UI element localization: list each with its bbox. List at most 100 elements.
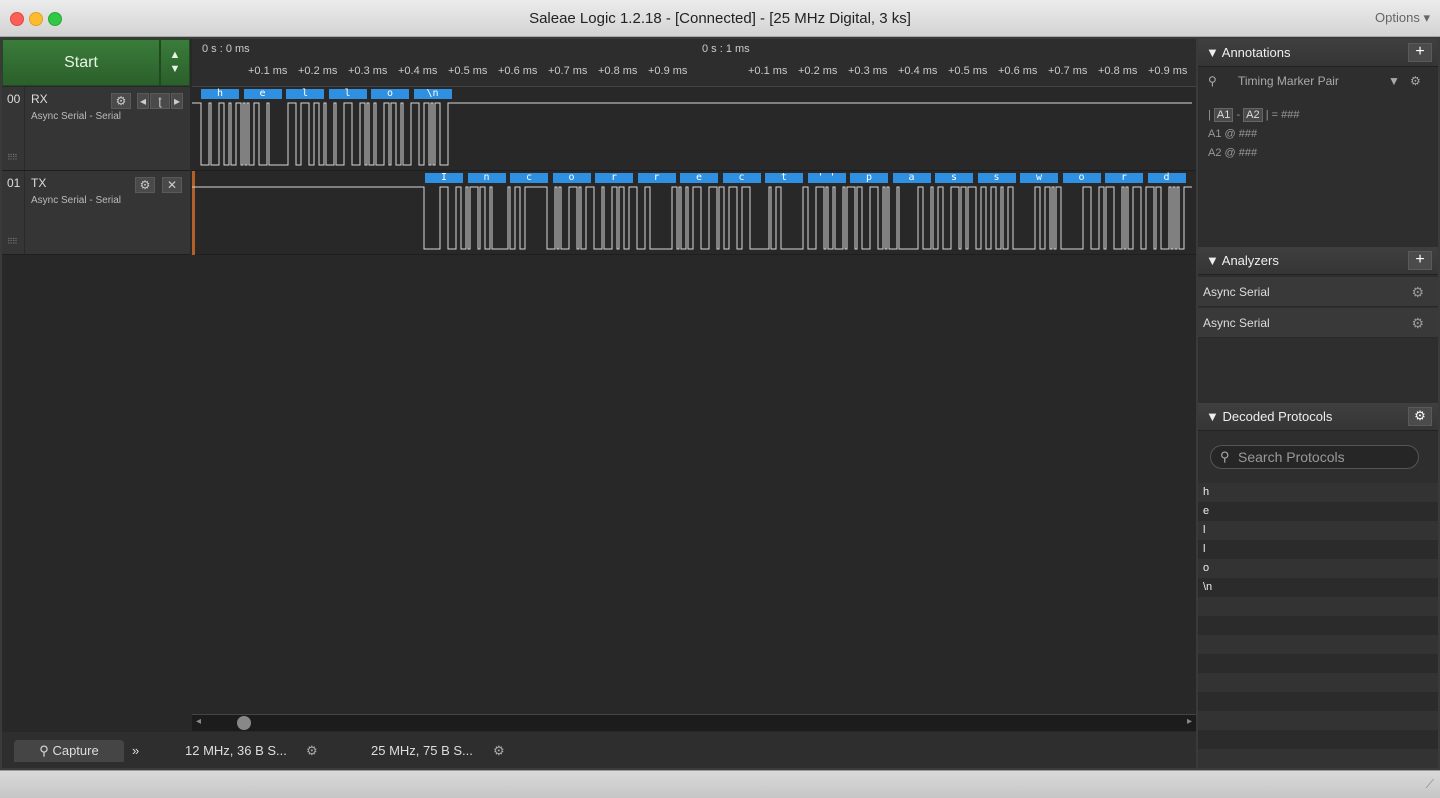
analyzer-item[interactable]: Async Serial ⚙ (1198, 308, 1438, 338)
marker-pin-icon: ⚲ (1208, 74, 1217, 88)
decoded-frame[interactable]: o (371, 89, 409, 99)
ruler-tick-label: +0.8 ms (1098, 65, 1138, 77)
start-button[interactable]: Start (2, 39, 160, 86)
channel-tx-header[interactable]: 01 TX Async Serial - Serial ⚙ ✕ ⠿⠿ (2, 171, 190, 255)
signal-trace-path (192, 186, 1192, 250)
decoded-frame[interactable]: w (1020, 173, 1058, 183)
drag-handle-icon[interactable]: ⠿⠿ (7, 237, 18, 246)
channel-analyzer-label: Async Serial - Serial (31, 195, 122, 206)
resize-grip-icon[interactable]: ⟋ (1426, 777, 1434, 792)
scroll-right-icon[interactable]: ▸ (1187, 716, 1192, 727)
gear-icon[interactable]: ⚙ (135, 177, 155, 193)
decoded-frame[interactable]: I (425, 173, 463, 183)
tab-label: 25 MHz, 75 B S... (371, 743, 473, 758)
decoded-frame[interactable]: r (637, 173, 676, 183)
gear-icon[interactable]: ⚙ (306, 740, 318, 762)
decoded-frame[interactable]: o (552, 173, 591, 183)
next-edge-icon[interactable]: ▸ (171, 93, 183, 109)
decoded-frame[interactable]: e (243, 89, 282, 99)
list-item[interactable]: e (1198, 502, 1438, 521)
decoded-frame[interactable]: c (722, 173, 761, 183)
a1-position: A1 @ ### (1208, 128, 1258, 140)
a2-label: A2 (1243, 108, 1263, 122)
decoded-frame[interactable]: n (467, 173, 506, 183)
list-item[interactable]: o (1198, 559, 1438, 578)
channel-rx-header[interactable]: 00 RX Async Serial - Serial ⚙ ◂ ʈ ▸ ⠿⠿ (2, 87, 190, 171)
gear-icon[interactable]: ⚙ (1410, 69, 1421, 93)
trigger-edge-icon[interactable]: ʈ (150, 93, 170, 109)
scroll-left-icon[interactable]: ◂ (196, 716, 201, 727)
start-options-stepper[interactable]: ▲ ▼ (160, 39, 190, 86)
decoded-frame[interactable]: ' ' (807, 173, 846, 183)
decoded-frame[interactable]: l (286, 89, 324, 99)
more-tabs-icon[interactable]: » (132, 740, 139, 762)
drag-handle-icon[interactable]: ⠿⠿ (7, 153, 18, 162)
rx-signal-trace (192, 102, 1192, 166)
ruler-tick-label: +0.9 ms (648, 65, 688, 77)
decoded-frame[interactable]: \n (413, 89, 452, 99)
ruler-tick-label: +0.3 ms (348, 65, 388, 77)
tab-session-1[interactable]: 12 MHz, 36 B S... (185, 740, 287, 762)
decoded-frame[interactable]: e (680, 173, 718, 183)
time-ruler[interactable]: 0 s : 0 ms 0 s : 1 ms +0.1 ms +0.2 ms +0.3… (192, 39, 1196, 87)
horizontal-scrollbar[interactable]: ◂ ▸ (192, 714, 1196, 731)
tab-session-2[interactable]: 25 MHz, 75 B S... (371, 740, 473, 762)
add-annotation-button[interactable]: + (1408, 43, 1432, 62)
decoded-frame[interactable]: r (595, 173, 633, 183)
gear-icon[interactable]: ⚙ (1411, 308, 1424, 338)
decoded-frame[interactable]: p (850, 173, 888, 183)
options-menu[interactable]: Options ▾ (1375, 10, 1430, 26)
decoded-frame[interactable]: d (1147, 173, 1186, 183)
analyzers-header[interactable]: ▼ Analyzers + (1198, 247, 1438, 275)
list-item (1198, 730, 1438, 749)
list-item[interactable]: l (1198, 521, 1438, 540)
analyzer-item[interactable]: Async Serial ⚙ (1198, 277, 1438, 307)
channel-name[interactable]: RX (31, 92, 48, 106)
gear-icon[interactable]: ⚙ (1408, 407, 1432, 426)
gear-icon[interactable]: ⚙ (1411, 277, 1424, 307)
capture-area: Start ▲ ▼ 0 s : 0 ms 0 s : 1 ms +0.1 ms +… (2, 39, 1196, 768)
decoded-frame[interactable]: s (935, 173, 973, 183)
ruler-tick-label: +0.2 ms (798, 65, 838, 77)
gear-icon[interactable]: ⚙ (493, 740, 505, 762)
channel-name[interactable]: TX (31, 176, 46, 190)
ruler-major-label: 0 s : 0 ms (202, 43, 250, 55)
search-protocols-input[interactable]: ⚲ Search Protocols (1210, 445, 1419, 469)
a1-label: A1 (1213, 108, 1234, 122)
status-bar: ⟋ (0, 770, 1440, 798)
tab-capture[interactable]: ⚲ Capture (14, 740, 124, 762)
decoded-protocols-header[interactable]: ▼ Decoded Protocols ⚙ (1198, 403, 1438, 431)
close-icon[interactable]: ✕ (162, 177, 182, 193)
channel-tx-waveform[interactable]: In c o r r e c t ' ' p a s s w o r d (192, 171, 1196, 255)
decoded-frame[interactable]: r (1105, 173, 1143, 183)
decoded-frame[interactable]: c (510, 173, 548, 183)
decoded-frame[interactable]: o (1062, 173, 1101, 183)
down-arrow-icon[interactable]: ▼ (161, 62, 189, 76)
channel-rx-waveform[interactable]: h e l l o \n (192, 87, 1196, 171)
chevron-down-icon[interactable]: ▼ (1388, 69, 1400, 93)
tab-label: 12 MHz, 36 B S... (185, 743, 287, 758)
list-item[interactable]: l (1198, 540, 1438, 559)
decoded-frame[interactable]: l (328, 89, 367, 99)
previous-edge-icon[interactable]: ◂ (137, 93, 149, 109)
decoded-frame[interactable]: h (201, 89, 239, 99)
decoded-frame[interactable]: a (892, 173, 931, 183)
timing-marker-row[interactable]: ⚲ Timing Marker Pair ▼ ⚙ (1198, 69, 1438, 93)
ruler-tick-label: +0.5 ms (448, 65, 488, 77)
list-item[interactable]: h (1198, 483, 1438, 502)
add-analyzer-button[interactable]: + (1408, 251, 1432, 270)
ruler-tick-label: +0.7 ms (548, 65, 588, 77)
annotations-header[interactable]: ▼ Annotations + (1198, 39, 1438, 67)
channel-number: 00 (7, 92, 21, 106)
list-item[interactable]: \n (1198, 578, 1438, 597)
options-label: Options (1375, 10, 1420, 25)
list-item (1198, 673, 1438, 692)
decoded-frame[interactable]: s (977, 173, 1016, 183)
scroll-thumb[interactable] (237, 716, 251, 730)
ruler-tick-label: +0.6 ms (998, 65, 1038, 77)
panel-title: Decoded Protocols (1222, 409, 1333, 424)
up-arrow-icon[interactable]: ▲ (161, 48, 189, 62)
gear-icon[interactable]: ⚙ (111, 93, 131, 109)
decoded-frame[interactable]: t (765, 173, 803, 183)
list-item (1198, 654, 1438, 673)
